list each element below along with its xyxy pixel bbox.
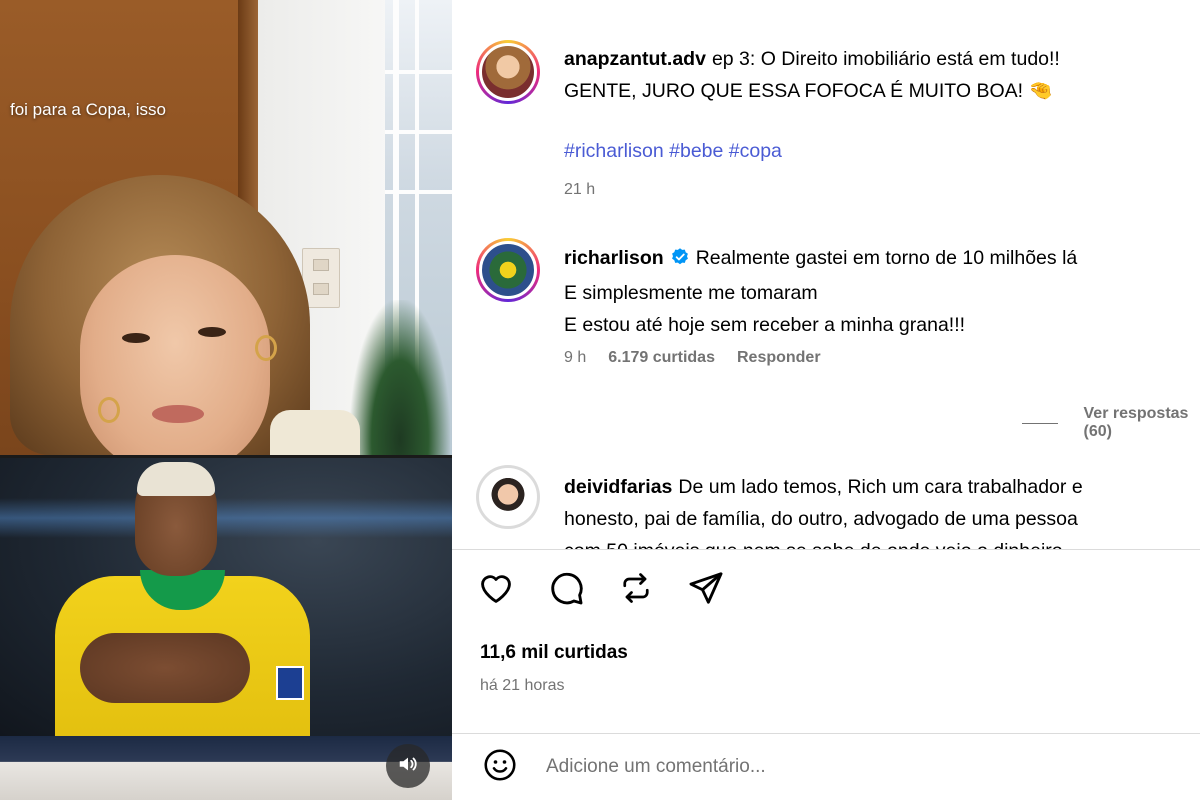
comment-likes[interactable]: 6.179 curtidas — [608, 349, 715, 367]
jersey-badge — [276, 666, 304, 700]
repost-icon — [618, 570, 654, 611]
comment-line-2: E simplesmente me tomaram — [564, 282, 818, 304]
emoji-icon — [482, 747, 518, 788]
share-button[interactable] — [686, 570, 726, 610]
caption-line-2: GENTE, JURO QUE ESSA FOFOCA É MUITO BOA!… — [564, 80, 1053, 102]
comment-line-2: honesto, pai de família, do outro, advog… — [564, 508, 1078, 530]
commenter-avatar[interactable] — [476, 238, 540, 302]
video-frame-bottom — [0, 458, 452, 736]
reply-button[interactable]: Responder — [737, 349, 821, 367]
send-icon — [687, 569, 725, 612]
video-frame-below — [0, 736, 452, 800]
comment-line-3: E estou até hoje sem receber a minha gra… — [564, 314, 966, 336]
author-username[interactable]: anapzantut.adv — [564, 48, 706, 70]
commenter-username[interactable]: richarlison — [564, 247, 664, 269]
verified-badge-icon — [670, 245, 690, 277]
action-bar — [476, 570, 726, 610]
divider — [452, 549, 1200, 550]
view-replies-label: Ver respostas (60) — [1083, 405, 1189, 440]
speaker-icon — [397, 753, 419, 780]
comment-line-1: De um lado temos, Rich um cara trabalhad… — [678, 476, 1083, 498]
comment-input[interactable] — [546, 756, 1146, 778]
post-panel: anapzantut.adv ep 3: O Direito imobiliári… — [452, 0, 1200, 800]
hashtags[interactable]: #richarlison #bebe #copa — [564, 140, 782, 162]
video-caption: foi para a Copa, isso — [10, 100, 166, 119]
sound-toggle-button[interactable] — [386, 744, 430, 788]
emoji-button[interactable] — [480, 747, 520, 787]
caption-line-1: ep 3: O Direito imobiliário está em tudo… — [711, 48, 1060, 70]
post-time[interactable]: 21 h — [564, 181, 595, 199]
comment-icon — [547, 569, 585, 612]
like-button[interactable] — [476, 570, 516, 610]
repost-button[interactable] — [616, 570, 656, 610]
commenter-username[interactable]: deividfarias — [564, 476, 672, 498]
plant — [350, 300, 450, 455]
author-avatar[interactable] — [476, 40, 540, 104]
comment-line-1: Realmente gastei em torno de 10 milhões … — [695, 247, 1078, 269]
post-media[interactable]: foi para a Copa, isso — [0, 0, 452, 800]
view-replies-button[interactable]: Ver respostas (60) — [1022, 405, 1200, 441]
post-viewer: foi para a Copa, isso anapzantut.adv ep … — [0, 0, 1200, 800]
replies-line — [1022, 422, 1058, 424]
comments-list[interactable]: anapzantut.adv ep 3: O Direito imobiliári… — [452, 0, 1200, 550]
like-count[interactable]: 11,6 mil curtidas — [480, 642, 628, 664]
commenter-avatar[interactable] — [476, 465, 540, 529]
shirt — [270, 410, 360, 455]
post-age[interactable]: há 21 horas — [480, 677, 565, 695]
comment-time[interactable]: 9 h — [564, 349, 586, 367]
comment-button[interactable] — [546, 570, 586, 610]
video-frame-top: foi para a Copa, isso — [0, 0, 452, 455]
heart-icon — [477, 569, 515, 612]
comment-composer — [452, 734, 1200, 800]
